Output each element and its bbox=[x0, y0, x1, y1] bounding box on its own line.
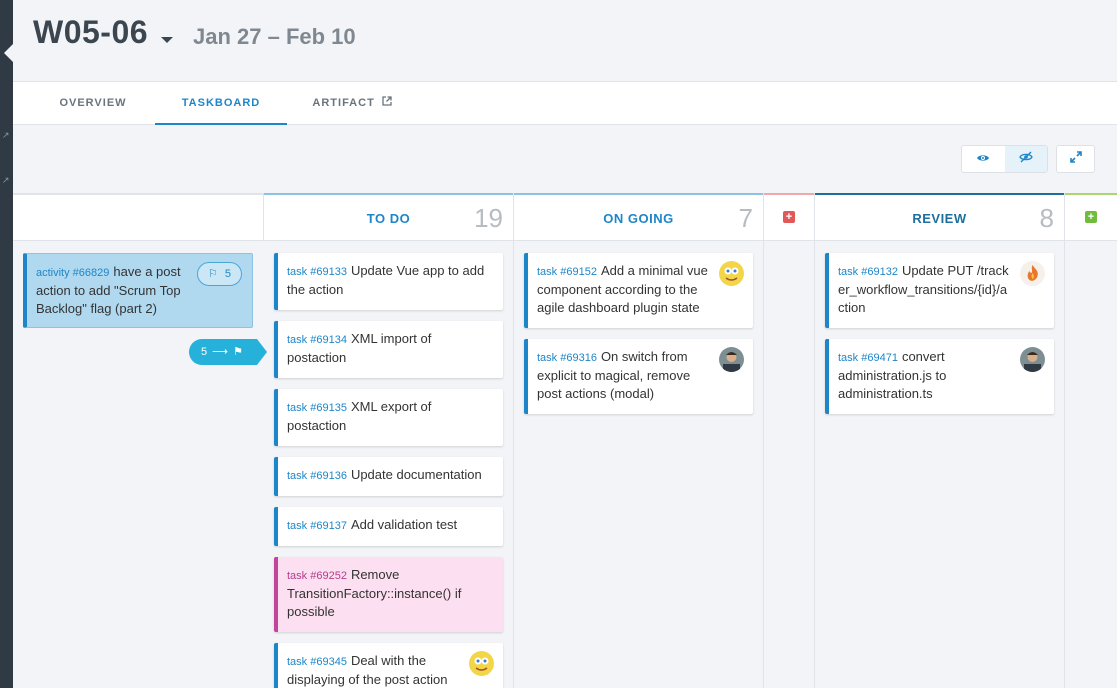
remaining-effort-badge: 5 ⟶ ⚑ bbox=[189, 339, 267, 365]
column-name: REVIEW bbox=[912, 211, 967, 226]
task-card[interactable]: task #69136 Update documentation bbox=[274, 457, 503, 496]
taskboard: activity #66829 have a post action to add… bbox=[13, 193, 1117, 688]
task-ref-link[interactable]: task #69152 bbox=[537, 266, 597, 278]
expand-icon bbox=[1069, 150, 1082, 168]
task-card[interactable]: task #69316 On switch from explicit to ma… bbox=[524, 339, 753, 414]
column-name: ON GOING bbox=[603, 211, 674, 226]
column-header-collapsed[interactable]: + bbox=[1065, 193, 1117, 241]
swimlane-header bbox=[13, 193, 264, 241]
activity-card[interactable]: activity #66829 have a post action to add… bbox=[23, 253, 253, 328]
task-ref-link[interactable]: task #69132 bbox=[838, 266, 898, 278]
tab-taskboard[interactable]: TASKBOARD bbox=[155, 82, 287, 125]
remaining-value: 5 bbox=[201, 346, 208, 358]
task-title: Add validation test bbox=[350, 517, 458, 532]
flag-icon: ⚐ bbox=[207, 268, 218, 280]
avatar[interactable] bbox=[469, 651, 494, 676]
column-collapsed-done: + bbox=[1065, 193, 1117, 688]
page-title: W05-06 bbox=[33, 14, 149, 50]
column-header-todo[interactable]: TO DO 19 bbox=[264, 193, 513, 241]
column-header-review[interactable]: REVIEW 8 bbox=[815, 193, 1064, 241]
avatar[interactable] bbox=[1020, 261, 1045, 286]
tab-artifact[interactable]: ARTIFACT bbox=[287, 82, 417, 125]
task-card[interactable]: task #69252 Remove TransitionFactory::ins… bbox=[274, 557, 503, 632]
arrow-icon[interactable]: ↗ bbox=[2, 176, 10, 185]
task-card[interactable]: task #69134 XML import of postaction bbox=[274, 321, 503, 378]
expand-column-icon[interactable]: + bbox=[783, 211, 795, 223]
finish-flag-icon: ⚑ bbox=[233, 346, 243, 358]
task-card[interactable]: task #69133 Update Vue app to add the act… bbox=[274, 253, 503, 310]
column-count: 19 bbox=[474, 203, 503, 233]
arrow-icon[interactable]: ↗ bbox=[2, 131, 10, 140]
date-range: Jan 27 – Feb 10 bbox=[193, 24, 356, 49]
task-ref-link[interactable]: task #69345 bbox=[287, 656, 347, 668]
avatar[interactable] bbox=[1020, 347, 1045, 372]
arrow-right-icon: ⟶ bbox=[212, 346, 228, 358]
task-ref-link[interactable]: task #69135 bbox=[287, 402, 347, 414]
tab-label: ARTIFACT bbox=[312, 97, 375, 109]
task-ref-link[interactable]: task #69133 bbox=[287, 266, 347, 278]
tab-overview[interactable]: OVERVIEW bbox=[13, 82, 173, 125]
column-count: 7 bbox=[738, 203, 753, 233]
eye-slash-icon bbox=[1019, 150, 1033, 168]
column-header-collapsed[interactable]: + bbox=[764, 193, 814, 241]
task-ref-link[interactable]: task #69471 bbox=[838, 352, 898, 364]
tab-label: OVERVIEW bbox=[59, 97, 127, 109]
effort-badge: ⚐ 5 bbox=[196, 262, 242, 286]
collapse-notch[interactable] bbox=[4, 44, 13, 62]
task-card[interactable]: task #69471 convert administration.js to … bbox=[825, 339, 1054, 414]
page-header: W05-06 Jan 27 – Feb 10 bbox=[13, 0, 1117, 82]
external-link-icon bbox=[378, 96, 392, 109]
fullscreen-button[interactable] bbox=[1056, 145, 1095, 173]
task-card[interactable]: task #69345 Deal with the displaying of t… bbox=[274, 643, 503, 688]
tab-bar: OVERVIEW TASKBOARD ARTIFACT bbox=[13, 82, 1117, 125]
hide-closed-button[interactable] bbox=[1004, 146, 1047, 172]
task-ref-link[interactable]: task #69252 bbox=[287, 570, 347, 582]
effort-value: 5 bbox=[224, 268, 231, 280]
task-card[interactable]: task #69135 XML export of postaction bbox=[274, 389, 503, 446]
left-rail: ↗ ↗ bbox=[0, 0, 13, 688]
show-closed-button[interactable] bbox=[962, 146, 1005, 172]
visibility-toggle-group bbox=[961, 145, 1048, 173]
task-ref-link[interactable]: task #69136 bbox=[287, 470, 347, 482]
expand-column-icon[interactable]: + bbox=[1085, 211, 1097, 223]
column-header-ongoing[interactable]: ON GOING 7 bbox=[514, 193, 763, 241]
task-card[interactable]: task #69137 Add validation test bbox=[274, 507, 503, 546]
task-ref-link[interactable]: task #69137 bbox=[287, 520, 347, 532]
task-card[interactable]: task #69152 Add a minimal vue component a… bbox=[524, 253, 753, 328]
task-ref-link[interactable]: task #69316 bbox=[537, 352, 597, 364]
avatar[interactable] bbox=[719, 347, 744, 372]
activity-ref-link[interactable]: activity #66829 bbox=[36, 267, 109, 279]
eye-icon bbox=[976, 150, 990, 168]
task-title: Update documentation bbox=[350, 467, 482, 482]
avatar[interactable] bbox=[719, 261, 744, 286]
chevron-down-icon[interactable] bbox=[161, 37, 173, 43]
tab-label: TASKBOARD bbox=[181, 97, 261, 109]
task-ref-link[interactable]: task #69134 bbox=[287, 334, 347, 346]
column-count: 8 bbox=[1039, 203, 1054, 233]
task-card[interactable]: task #69132 Update PUT /tracker_workflow_… bbox=[825, 253, 1054, 328]
column-collapsed-blocked: + bbox=[764, 193, 815, 688]
